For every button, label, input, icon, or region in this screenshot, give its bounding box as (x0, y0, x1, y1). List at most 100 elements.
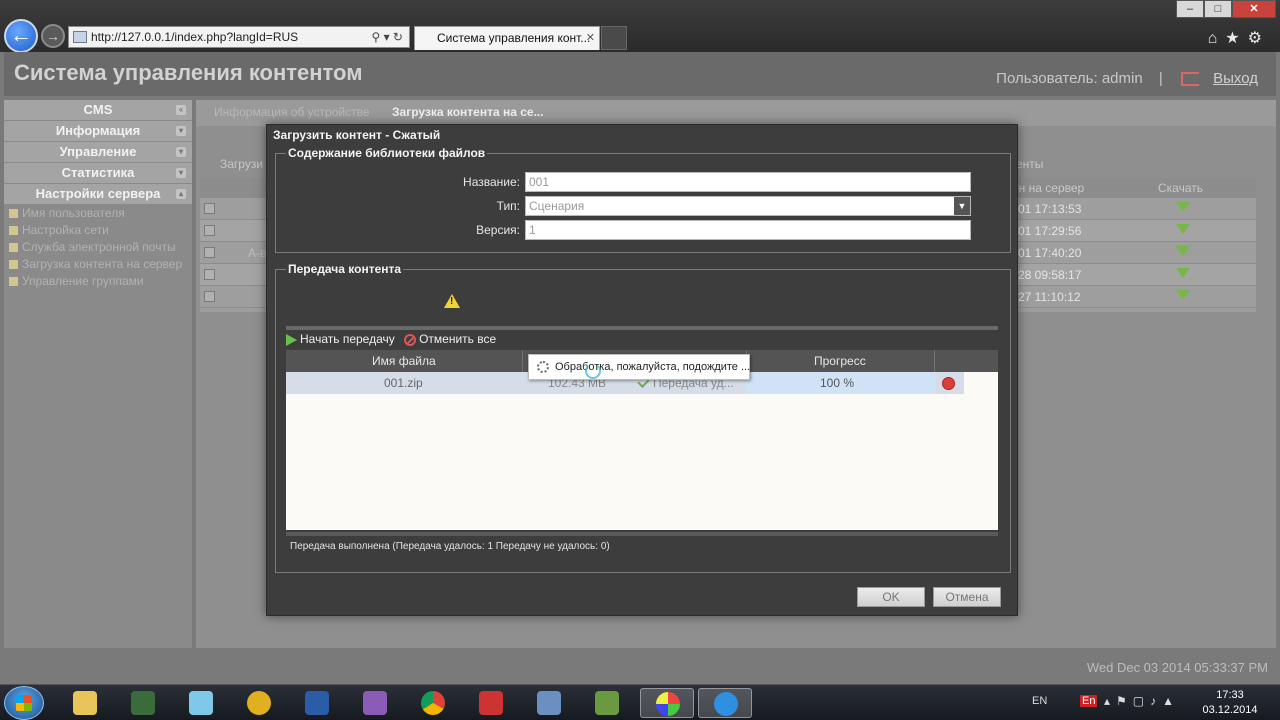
download-icon[interactable] (1176, 268, 1190, 278)
start-transfer-label: Начать передачу (300, 332, 395, 346)
download-icon[interactable] (1176, 290, 1190, 300)
col-progress-header: Прогресс (814, 354, 866, 368)
search-refresh-icons[interactable]: ⚲ ▾ ↻ (371, 27, 403, 47)
word-app[interactable] (290, 688, 344, 718)
row-checkbox[interactable] (204, 203, 215, 214)
sidebar-item-network[interactable]: Настройка сети (4, 222, 192, 239)
language-indicator[interactable]: EN (1032, 695, 1047, 707)
download-icon[interactable] (1176, 246, 1190, 256)
sidebar-item-groups[interactable]: Управление группами (4, 273, 192, 290)
sidebar-item-email[interactable]: Служба электронной почты (4, 239, 192, 256)
keyboard-layout-badge[interactable]: En (1080, 695, 1098, 707)
upload-dialog: Загрузить контент - Сжатый Содержание би… (266, 124, 1018, 616)
col-separator (522, 350, 523, 372)
row-checkbox[interactable] (204, 269, 215, 280)
sidebar-section-label: Статистика (61, 165, 135, 180)
chevron-down-icon[interactable]: ▾ (176, 168, 186, 178)
plant-icon (595, 691, 619, 715)
sidebar-item-content-upload[interactable]: Загрузка контента на сервер (4, 256, 192, 273)
sidebar-section-label: CMS (83, 102, 113, 117)
col-filename-header: Имя файла (372, 354, 436, 368)
name-field[interactable]: 001 (525, 172, 971, 192)
ok-button[interactable]: OK (857, 587, 925, 607)
tab-device-info[interactable]: Информация об устройстве (214, 105, 370, 119)
toolbar-right-label: енты (1016, 157, 1044, 171)
explorer-app[interactable] (58, 688, 112, 718)
sidebar-section-cms[interactable]: CMS « (4, 100, 192, 121)
sidebar-section-manage[interactable]: Управление ▾ (4, 142, 192, 163)
sidebar-section-info[interactable]: Информация ▾ (4, 121, 192, 142)
chevron-down-icon[interactable]: ▾ (176, 147, 186, 157)
delete-icon[interactable] (942, 377, 955, 390)
sidebar-section-server-settings[interactable]: Настройки сервера ▴ (4, 184, 192, 205)
chevron-down-icon[interactable]: ▼ (954, 197, 970, 215)
back-button[interactable]: ← (4, 19, 38, 53)
row-checkbox[interactable] (204, 291, 215, 302)
ie-app[interactable] (698, 688, 752, 718)
cancel-button[interactable]: Отмена (933, 587, 1001, 607)
window-close-button[interactable]: ✕ (1232, 0, 1276, 18)
notes-app[interactable] (174, 688, 228, 718)
start-button[interactable] (4, 686, 44, 720)
start-transfer-button[interactable]: Начать передачу (286, 332, 395, 346)
app-title: Система управления контентом (14, 60, 363, 85)
download-icon[interactable] (1176, 224, 1190, 234)
tab-close-icon[interactable]: ✕ (586, 27, 595, 49)
g-icon (247, 691, 271, 715)
app-11[interactable] (640, 688, 694, 718)
download-icon[interactable] (1176, 202, 1190, 212)
processing-popup: Обработка, пожалуйста, подождите ... (528, 354, 750, 380)
chevron-up-icon[interactable]: ▴ (176, 189, 186, 199)
cancel-all-button[interactable]: Отменить все (404, 332, 496, 346)
row-checkbox[interactable] (204, 247, 215, 258)
transfer-legend: Передача контента (286, 262, 404, 276)
onenote-icon (363, 691, 387, 715)
app-10[interactable] (580, 688, 634, 718)
logout-link[interactable]: Выход (1213, 70, 1258, 87)
onenote-app[interactable] (348, 688, 402, 718)
sidebar-item-username[interactable]: Имя пользователя (4, 205, 192, 222)
ie-icon (714, 692, 738, 716)
new-tab-button[interactable] (601, 26, 627, 50)
row-checkbox[interactable] (204, 225, 215, 236)
pinwheel-icon (656, 692, 680, 716)
terminal-app[interactable] (116, 688, 170, 718)
type-select[interactable]: Сценария ▼ (525, 196, 971, 216)
home-star-gear-icons[interactable]: ⌂★⚙ (1208, 28, 1270, 48)
app-9[interactable] (522, 688, 576, 718)
version-field[interactable]: 1 (525, 220, 971, 240)
tab-title: Система управления конт... (437, 31, 591, 45)
word-icon (305, 691, 329, 715)
browser-tab[interactable]: Система управления конт... ✕ (414, 26, 600, 50)
g-app[interactable] (232, 688, 286, 718)
taskbar: EN En ▴⚑▢♪▲ 17:33 03.12.2014 (0, 684, 1280, 720)
logout-icon[interactable] (1180, 72, 1199, 87)
page-icon (73, 31, 87, 43)
window-controls: – □ ✕ (1176, 0, 1276, 18)
toolbar-upload-button[interactable]: Загрузи (220, 157, 263, 171)
chrome-app[interactable] (406, 688, 460, 718)
col-separator (934, 350, 935, 372)
tray-icons[interactable]: ▴⚑▢♪▲ (1104, 694, 1180, 708)
app-header: Система управления контентом Пользовател… (4, 52, 1276, 96)
clock[interactable]: 17:33 03.12.2014 (1200, 688, 1260, 718)
gmail-app[interactable] (464, 688, 518, 718)
address-bar[interactable]: http://127.0.0.1/index.php?langId=RUS ⚲ … (68, 26, 410, 48)
status-date: Wed Dec 03 2014 05:33:37 PM (1086, 660, 1268, 675)
forward-button[interactable]: → (41, 24, 65, 48)
collapse-icon[interactable]: « (176, 105, 186, 115)
file-grid: Имя файла Прогресс 001.zip 102.43 MB Пер… (286, 350, 998, 530)
sidebar-section-stats[interactable]: Статистика ▾ (4, 163, 192, 184)
spinner-icon (537, 361, 549, 373)
type-row: Тип: Сценария ▼ (276, 196, 1012, 216)
chevron-down-icon[interactable]: ▾ (176, 126, 186, 136)
cancel-icon (404, 333, 417, 346)
mail-icon (479, 691, 503, 715)
name-label: Название: (463, 175, 520, 189)
tab-content-upload[interactable]: Загрузка контента на се... (392, 105, 544, 119)
main-tabs: Информация об устройстве Загрузка контен… (196, 100, 1276, 126)
minimize-button[interactable]: – (1176, 0, 1204, 18)
header-separator: | (1158, 70, 1163, 87)
row-time: -01 17:13:53 (1014, 202, 1082, 216)
maximize-button[interactable]: □ (1204, 0, 1232, 18)
